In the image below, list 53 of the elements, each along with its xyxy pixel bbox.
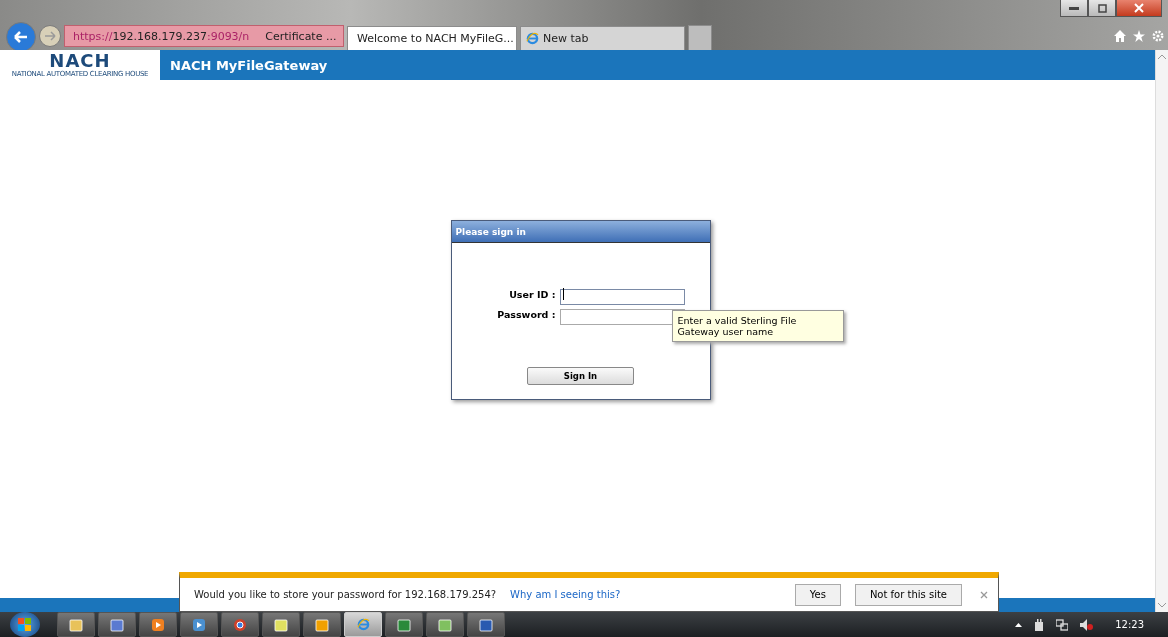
network-icon[interactable] [1056,618,1069,631]
dialog-title: Please sign in [451,221,710,243]
taskbar-button[interactable] [262,612,300,637]
close-icon [1134,3,1144,13]
taskbar-button[interactable] [221,612,259,637]
taskbar-button[interactable] [98,612,136,637]
help-link[interactable]: Why am I seeing this? [510,589,621,600]
minimize-icon [1069,6,1079,10]
scroll-up-icon[interactable] [1158,54,1166,59]
taskbar-button[interactable] [303,612,341,637]
close-icon[interactable] [980,590,988,599]
tooltip: Enter a valid Sterling File Gateway user name [671,310,844,342]
field-label: Password : [496,308,556,320]
taskbar-button[interactable] [385,612,423,637]
restore-button[interactable] [1088,0,1116,17]
windows-logo-icon [18,617,32,632]
address-bar[interactable]: https://192.168.179.237:9093/n Certificate ... [64,25,344,47]
scroll-down-icon[interactable] [1158,603,1166,608]
taskbar-button[interactable] [467,612,505,637]
clock[interactable]: 12:23 [1115,619,1144,630]
notification-message: Would you like to store your password for 192.168.179.254? [194,589,497,600]
plug-icon[interactable] [1034,618,1045,631]
close-button[interactable] [1116,0,1162,17]
browser-tab[interactable]: New tab [520,26,685,50]
restore-icon [1097,3,1107,13]
browser-icon [526,32,539,45]
sign-in-button[interactable]: Sign In [527,367,634,385]
field-label: User ID : [508,288,556,300]
browser-icon [356,618,370,631]
minimize-button[interactable] [1060,0,1088,17]
muted-speaker-icon[interactable] [1080,618,1094,631]
forward-button[interactable] [39,25,61,47]
notification-button[interactable]: Not for this site [854,583,962,606]
url-text: https://192.168.179.237:9093/n [73,29,250,43]
browser-tab[interactable]: Welcome to NACH MyFileG... [347,26,517,50]
taskbar-button[interactable] [57,612,95,637]
input-field[interactable] [559,288,685,305]
taskbar-button[interactable] [139,612,177,637]
start-button[interactable] [10,612,40,637]
app-title: NACH MyFileGateway [170,57,328,73]
settings-icon[interactable] [1152,30,1164,42]
arrow-right-icon [44,31,56,41]
home-icon[interactable] [1114,30,1126,42]
play-icon [151,617,165,632]
taskbar-button[interactable] [180,612,218,637]
caret-icon[interactable] [1015,622,1023,627]
certificate-error[interactable]: Certificate ... [265,29,337,43]
back-button[interactable] [6,22,36,52]
notification-button[interactable]: Yes [794,583,841,606]
taskbar-button[interactable] [426,612,464,637]
arrow-left-icon [13,30,29,44]
browser-icon [233,617,247,632]
star-icon[interactable] [1133,30,1145,42]
